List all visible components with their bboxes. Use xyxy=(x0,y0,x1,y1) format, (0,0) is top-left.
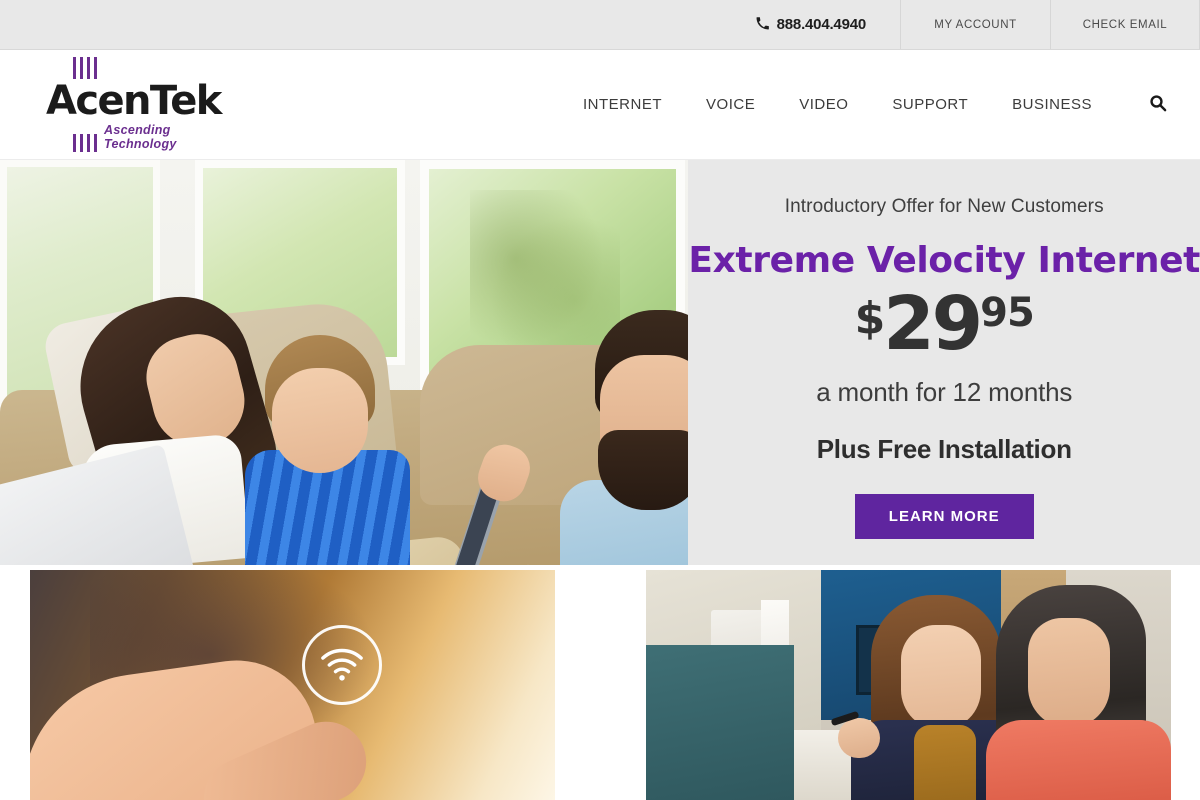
nav-item-video[interactable]: VIDEO xyxy=(799,96,848,113)
nav-item-business[interactable]: BUSINESS xyxy=(1012,96,1092,113)
logo-bars-top-icon xyxy=(73,57,216,80)
nav-item-support[interactable]: SUPPORT xyxy=(892,96,968,113)
logo-bars-bottom-icon xyxy=(73,133,97,152)
hero-offer-panel: Introductory Offer for New Customers Ext… xyxy=(688,160,1200,565)
business-promo-card[interactable] xyxy=(646,570,1171,800)
search-button[interactable] xyxy=(1146,93,1170,117)
logo-tagline: Ascending Technology xyxy=(104,122,177,151)
hero-image xyxy=(0,160,689,565)
promo-card-row xyxy=(0,565,1200,800)
nav-item-internet[interactable]: INTERNET xyxy=(583,96,662,113)
main-navigation: INTERNET VOICE VIDEO SUPPORT BUSINESS xyxy=(583,93,1170,117)
phone-number[interactable]: 888.404.4940 xyxy=(756,0,888,49)
phone-icon xyxy=(756,17,769,32)
nav-item-voice[interactable]: VOICE xyxy=(706,96,755,113)
check-email-link[interactable]: CHECK EMAIL xyxy=(1050,0,1200,49)
hero-term: a month for 12 months xyxy=(816,377,1073,407)
hero-banner: Introductory Offer for New Customers Ext… xyxy=(0,160,1200,565)
search-icon xyxy=(1149,94,1167,115)
logo-wordmark: AcenTek xyxy=(46,78,222,125)
wifi-icon xyxy=(302,625,382,705)
hero-bonus: Plus Free Installation xyxy=(816,434,1072,464)
logo-bottom-row: Ascending Technology xyxy=(46,123,216,152)
price-currency: $ xyxy=(854,293,886,344)
hero-kicker: Introductory Offer for New Customers xyxy=(784,196,1104,217)
price-cents: 95 xyxy=(980,290,1035,336)
learn-more-button[interactable]: LEARN MORE xyxy=(854,494,1034,539)
acentek-logo[interactable]: AcenTek Ascending Technology xyxy=(46,57,222,152)
wifi-promo-card[interactable] xyxy=(30,570,555,800)
price-dollars: 29 xyxy=(883,281,983,367)
top-utility-bar: 888.404.4940 MY ACCOUNT CHECK EMAIL xyxy=(0,0,1200,50)
hero-price: $ 29 95 xyxy=(854,281,1035,367)
site-header: AcenTek Ascending Technology INTERNET VO… xyxy=(0,50,1200,160)
phone-number-text: 888.404.4940 xyxy=(776,16,867,33)
my-account-link[interactable]: MY ACCOUNT xyxy=(900,0,1050,49)
hero-title: Extreme Velocity Internet xyxy=(688,240,1200,281)
